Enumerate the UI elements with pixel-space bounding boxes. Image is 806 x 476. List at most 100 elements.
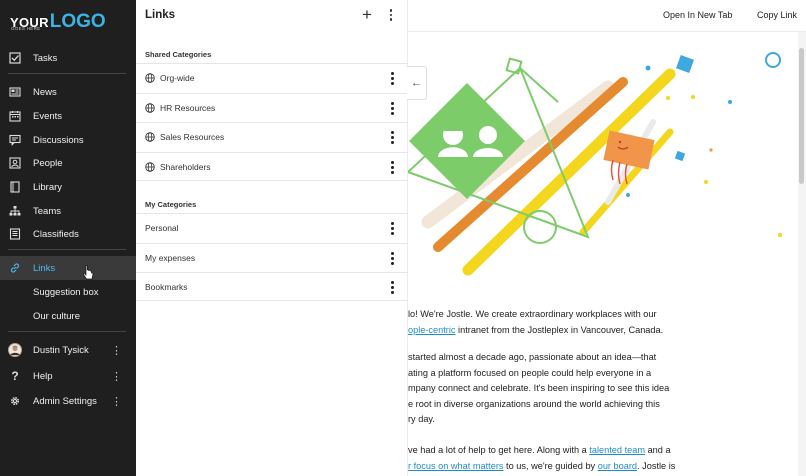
page-content: lo! We're Jostle. We create extraordinar…: [408, 32, 798, 476]
link-category-row[interactable]: Org-wide: [136, 63, 408, 92]
panel-more-icon[interactable]: [387, 8, 395, 22]
globe-icon: [145, 103, 155, 113]
sidebar-item-links[interactable]: Links: [0, 256, 136, 280]
paragraph-line: ople-centric intranet from the Jostleple…: [408, 323, 663, 339]
sidebar-item-our-culture[interactable]: Our culture: [0, 304, 136, 328]
sidebar-item-label: Classifieds: [33, 228, 79, 240]
sidebar-item-events[interactable]: Events: [0, 104, 136, 128]
paragraph-line: lo! We're Jostle. We create extraordinar…: [408, 309, 657, 319]
row-more-icon[interactable]: [391, 72, 395, 85]
divider: [8, 331, 126, 332]
link-category-label: HR Resources: [160, 103, 216, 113]
calendar-icon: [8, 109, 22, 123]
sidebar: YOURLOGO GOES HERE Tasks News Events Dis…: [0, 0, 136, 476]
person-icon: [8, 156, 22, 170]
link-category-row[interactable]: Sales Resources: [136, 122, 408, 151]
logo-tagline: GOES HERE: [11, 26, 41, 31]
newspaper-icon: [8, 85, 22, 99]
link-category-label: Shareholders: [160, 161, 211, 172]
chat-icon: [8, 133, 22, 147]
row-more-icon[interactable]: [391, 252, 395, 265]
sidebar-item-label: Library: [33, 181, 63, 193]
sidebar-item-tasks[interactable]: Tasks: [0, 46, 136, 70]
book-icon: [8, 180, 22, 194]
link-category-row[interactable]: My expenses: [136, 243, 408, 272]
sidebar-item-news[interactable]: News: [0, 80, 136, 104]
gear-icon: [8, 394, 22, 408]
row-more-icon[interactable]: [391, 131, 395, 144]
sidebar-item-label: Events: [33, 110, 63, 122]
list-icon: [8, 227, 22, 241]
arrow-left-icon: ←: [411, 77, 422, 89]
paragraph-line: r focus on what matters to us, we're gui…: [408, 459, 675, 475]
row-more-icon[interactable]: [391, 222, 395, 235]
copy-link-link[interactable]: Copy Link: [757, 10, 797, 20]
sidebar-item-admin-settings[interactable]: Admin Settings ⋮: [0, 389, 136, 413]
sidebar-item-label: Teams: [33, 205, 61, 217]
link-category-row[interactable]: Personal: [136, 213, 408, 242]
open-in-new-tab-link[interactable]: Open In New Tab: [663, 10, 732, 20]
row-more-icon[interactable]: [391, 102, 395, 115]
sidebar-item-label: People: [33, 157, 63, 169]
sidebar-item-label: Admin Settings: [33, 395, 97, 407]
sidebar-item-label: Discussions: [33, 134, 84, 146]
globe-icon: [145, 132, 155, 142]
paragraph-text: to us, we're guided by: [503, 460, 598, 471]
sidebar-item-teams[interactable]: Teams: [0, 199, 136, 223]
sidebar-item-library[interactable]: Library: [0, 175, 136, 199]
sidebar-item-label: Suggestion box: [33, 286, 99, 298]
link-category-row[interactable]: Bookmarks: [136, 272, 408, 301]
row-more-icon[interactable]: [391, 281, 395, 294]
user-menu[interactable]: Dustin Tysick ⋮: [0, 338, 136, 362]
paragraph-line: ry day.: [408, 414, 435, 424]
paragraph-text: ve had a lot of help to get here. Along …: [408, 445, 590, 455]
people-centric-link[interactable]: ople-centric: [408, 325, 456, 335]
team-paragraph: ve had a lot of help to get here. Along …: [408, 443, 675, 474]
link-icon: [8, 261, 22, 275]
add-link-button[interactable]: +: [362, 5, 372, 25]
paragraph-line: ating a platform focused on people could…: [408, 367, 652, 378]
paragraph-text: intranet from the Jostleplex in Vancouve…: [455, 324, 664, 335]
link-category-label: Org-wide: [160, 73, 195, 83]
focus-link[interactable]: r focus on what matters: [408, 461, 504, 471]
sidebar-item-classifieds[interactable]: Classifieds: [0, 222, 136, 246]
content-topbar: Open In New Tab Copy Link: [408, 0, 806, 32]
our-board-link[interactable]: our board: [598, 461, 637, 471]
divider: [8, 249, 126, 250]
paragraph-line: ve had a lot of help to get here. Along …: [408, 443, 675, 459]
user-more-icon[interactable]: ⋮: [111, 344, 122, 357]
logo[interactable]: YOURLOGO GOES HERE: [10, 11, 106, 33]
link-category-label: Bookmarks: [145, 281, 188, 292]
admin-more-icon[interactable]: ⋮: [111, 395, 122, 408]
paragraph-text: and a: [645, 445, 671, 455]
help-more-icon[interactable]: ⋮: [111, 370, 122, 383]
history-paragraph: started almost a decade ago, passionate …: [408, 350, 669, 428]
shared-categories-heading: Shared Categories: [145, 50, 212, 59]
panel-title: Links: [145, 9, 176, 21]
org-chart-icon: [8, 204, 22, 218]
hero-illustration: [408, 52, 782, 276]
sidebar-item-label: News: [33, 86, 57, 98]
links-panel: Links + Shared Categories Org-wide HR Re…: [136, 0, 408, 476]
talented-team-link[interactable]: talented team: [589, 445, 645, 455]
my-categories-heading: My Categories: [145, 200, 197, 209]
row-more-icon[interactable]: [391, 161, 395, 174]
link-category-label: Personal: [145, 223, 179, 233]
scrollbar-thumb[interactable]: [799, 48, 804, 184]
divider: [8, 73, 126, 74]
paragraph-line: started almost a decade ago, passionate …: [408, 352, 657, 362]
intro-paragraph: lo! We're Jostle. We create extraordinar…: [408, 307, 663, 338]
collapse-panel-button[interactable]: ←: [407, 66, 427, 100]
sidebar-item-help[interactable]: ? Help ⋮: [0, 364, 136, 388]
sidebar-item-label: Tasks: [33, 52, 58, 64]
link-category-row[interactable]: Shareholders: [136, 152, 408, 181]
paragraph-line: mpany connect and celebrate. It's been i…: [408, 383, 670, 393]
avatar: [8, 343, 22, 357]
sidebar-item-label: Links: [33, 262, 56, 274]
link-category-row[interactable]: HR Resources: [136, 93, 408, 122]
sidebar-item-discussions[interactable]: Discussions: [0, 128, 136, 152]
globe-icon: [145, 73, 155, 83]
question-icon: ?: [11, 369, 19, 383]
sidebar-item-suggestion-box[interactable]: Suggestion box: [0, 280, 136, 304]
sidebar-item-people[interactable]: People: [0, 151, 136, 175]
